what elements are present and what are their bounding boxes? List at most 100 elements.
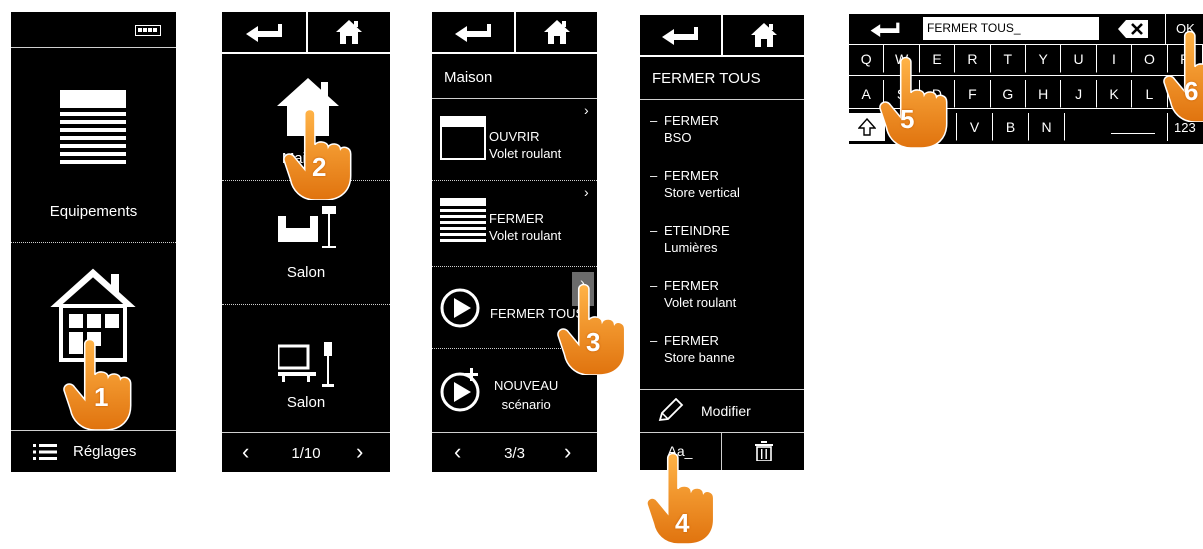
back-button[interactable] [640, 15, 720, 55]
key-d[interactable]: D [919, 80, 956, 108]
back-arrow-icon [454, 24, 491, 42]
page-indicator: 3/3 [504, 445, 525, 462]
key-b[interactable]: B [993, 113, 1029, 141]
device-name: Store banne [664, 350, 735, 365]
page-indicator: 1/10 [291, 445, 321, 462]
key-s[interactable]: S [884, 80, 920, 108]
step-number: 4 [675, 508, 690, 538]
house-solid-icon [277, 78, 339, 136]
name-input[interactable]: FERMER TOUS_ [923, 17, 1099, 40]
scenario-device: Volet roulant [489, 146, 562, 161]
key-m[interactable]: M [1167, 80, 1203, 108]
key-g[interactable]: G [990, 80, 1026, 108]
shift-key[interactable] [849, 113, 885, 141]
shutter-open-icon [440, 116, 486, 160]
back-button[interactable] [432, 12, 513, 52]
home-icon [543, 20, 570, 44]
device-name: BSO [664, 130, 692, 145]
key-c[interactable]: C [921, 113, 957, 141]
key-e[interactable]: E [919, 45, 956, 73]
details-chevron-highlight[interactable]: › [572, 272, 594, 306]
modify-label: Modifier [701, 403, 751, 419]
rename-button[interactable]: Aa_ [640, 433, 720, 470]
modify-button[interactable]: Modifier [640, 390, 804, 432]
key-y[interactable]: Y [1026, 45, 1062, 73]
scenario-action: FERMER [489, 211, 544, 226]
home-icon [750, 23, 777, 47]
back-button[interactable] [222, 12, 305, 52]
room-item-maison[interactable]: Maison [222, 54, 390, 180]
action-item: – FERMER Volet roulant [650, 278, 737, 310]
key-h[interactable]: H [1026, 80, 1062, 108]
action-item: – FERMER BSO [650, 113, 719, 145]
new-scenario-line1: NOUVEAU [494, 378, 559, 393]
pencil-icon [658, 398, 684, 422]
equipments-label: Equipements [49, 203, 138, 220]
details-chevron-icon[interactable]: › [584, 184, 589, 200]
backspace-button[interactable] [1103, 14, 1163, 44]
back-arrow-icon [662, 27, 698, 45]
device-name: Volet roulant [664, 295, 737, 310]
details-chevron-icon: › [580, 274, 585, 290]
play-circle-icon [440, 288, 480, 328]
action-name: ETEINDRE [664, 223, 730, 238]
ok-button[interactable]: OK [1165, 14, 1203, 44]
room-label: Salon [286, 394, 326, 411]
screen-home: Equipements Réglages [11, 12, 176, 472]
key-a[interactable]: A [849, 80, 885, 108]
space-key[interactable] [1101, 113, 1165, 141]
settings-label: Réglages [73, 443, 137, 460]
home-button[interactable] [308, 12, 390, 52]
rename-label: Aa_ [667, 443, 693, 459]
key-f[interactable]: F [955, 80, 991, 108]
details-chevron-icon[interactable]: › [584, 102, 589, 118]
key-p[interactable]: P [1167, 45, 1203, 73]
add-scenario-icon [440, 368, 480, 412]
next-page-button[interactable]: › [564, 439, 571, 465]
battery-icon [135, 25, 161, 36]
equipments-button[interactable]: Equipements [11, 48, 176, 242]
tv-lamp-icon [278, 342, 334, 387]
key-l[interactable]: L [1132, 80, 1168, 108]
key-t[interactable]: T [990, 45, 1026, 73]
back-arrow-icon [245, 24, 282, 42]
key-i[interactable]: I [1096, 45, 1133, 73]
room-label: Maison [281, 150, 331, 167]
room-label: Salon [286, 264, 326, 281]
key-n[interactable]: N [1029, 113, 1065, 141]
screen-scenarios: Maison OUVRIR Volet roulant › FERMER Vol… [432, 12, 597, 472]
action-name: FERMER [664, 113, 719, 128]
scenarios-button[interactable] [11, 244, 176, 430]
new-scenario-button[interactable]: NOUVEAU scénario [432, 350, 597, 432]
settings-button[interactable]: Réglages [11, 430, 176, 472]
key-k[interactable]: K [1096, 80, 1133, 108]
keyboard-screen: FERMER TOUS_ OK QWERTYUIOP ASDFGHJKLM XC… [849, 14, 1203, 144]
device-name: Lumières [664, 240, 718, 255]
room-item-salon[interactable]: Salon [222, 182, 390, 302]
delete-button[interactable] [723, 433, 804, 470]
key-r[interactable]: R [955, 45, 991, 73]
keyboard-row-1: QWERTYUIOP [849, 45, 1203, 73]
page-title: Maison [444, 69, 493, 86]
key-x[interactable]: X [885, 113, 921, 141]
key-q[interactable]: Q [849, 45, 885, 73]
back-button[interactable] [849, 14, 921, 44]
room-item-salon-tv[interactable]: Salon [222, 306, 390, 430]
scenario-item[interactable]: OUVRIR Volet roulant › [432, 100, 597, 180]
next-page-button[interactable]: › [356, 439, 363, 465]
action-name: FERMER [664, 333, 719, 348]
home-button[interactable] [516, 12, 597, 52]
key-w[interactable]: W [884, 45, 920, 73]
scenario-item[interactable]: FERMER TOUS › [432, 268, 597, 348]
screen-scenario-detail: FERMER TOUS – FERMER BSO – FERMER Store ve… [640, 15, 804, 470]
numeric-key[interactable]: 123 [1167, 113, 1203, 141]
action-name: FERMER [664, 168, 719, 183]
scenario-item[interactable]: FERMER Volet roulant › [432, 182, 597, 266]
key-v[interactable]: V [957, 113, 993, 141]
new-scenario-line2: scénario [501, 397, 551, 412]
pager: ‹ 3/3 › [432, 432, 597, 472]
home-button[interactable] [723, 15, 804, 55]
key-j[interactable]: J [1061, 80, 1097, 108]
key-o[interactable]: O [1132, 45, 1168, 73]
key-u[interactable]: U [1061, 45, 1097, 73]
